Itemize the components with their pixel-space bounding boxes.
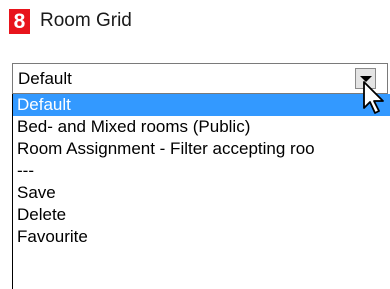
dropdown-separator[interactable]: --- [13,160,390,182]
dropdown-option-favourite[interactable]: Favourite [13,226,390,248]
select-current-value: Default [18,69,72,88]
dropdown-option-delete[interactable]: Delete [13,204,390,226]
section-title: Room Grid [40,10,132,31]
step-badge: 8 [9,8,30,34]
room-grid-panel: 8 Room Grid Default Default Bed- and Mix… [0,0,390,289]
dropdown-list: Default Bed- and Mixed rooms (Public) Ro… [12,94,390,289]
dropdown-option-default[interactable]: Default [13,94,390,116]
dropdown-option-bed-mixed-public[interactable]: Bed- and Mixed rooms (Public) [13,116,390,138]
view-select[interactable]: Default [12,63,388,94]
section-header: 8 Room Grid [9,6,132,36]
dropdown-option-save[interactable]: Save [13,182,390,204]
mouse-pointer-icon [363,81,384,114]
dropdown-option-room-assignment-filter[interactable]: Room Assignment - Filter accepting roo [13,138,390,160]
